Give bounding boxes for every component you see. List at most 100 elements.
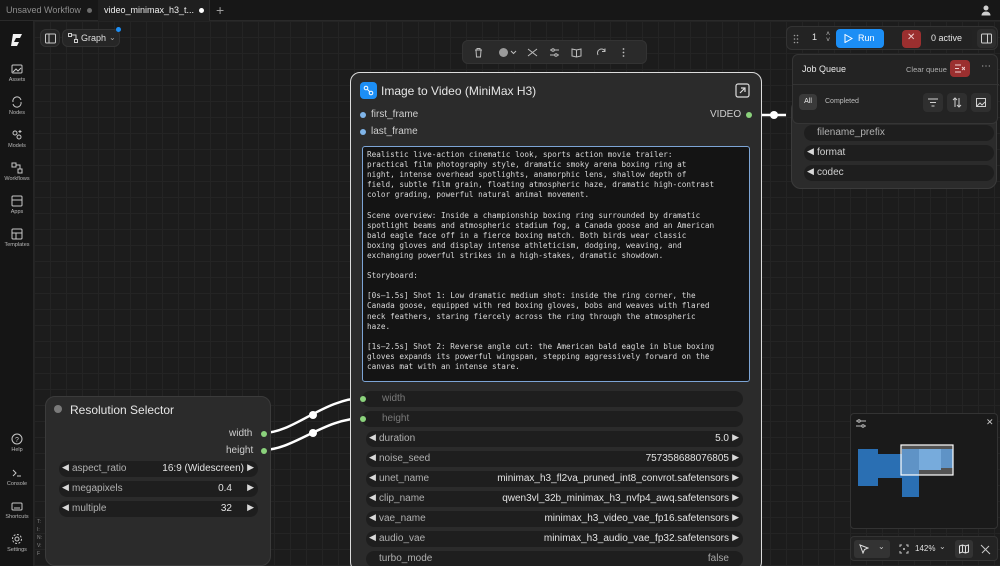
- select-mode-dropdown[interactable]: ⌄: [854, 540, 890, 558]
- fit-view-icon: [899, 544, 909, 554]
- input-slot-first-frame[interactable]: [360, 112, 366, 118]
- chevron-right-icon[interactable]: ▶: [732, 492, 739, 503]
- sidebar-item-label: Assets: [8, 77, 26, 83]
- output-slot-video[interactable]: [746, 112, 752, 118]
- chevron-right-icon[interactable]: ▶: [732, 432, 739, 443]
- keyboard-icon: [11, 502, 23, 511]
- sidebar-item-label: Models: [8, 143, 26, 149]
- sidebar-item-models[interactable]: Models: [0, 129, 34, 149]
- widget-label: unet_name: [379, 473, 430, 484]
- widget-aspect-ratio[interactable]: ◀ aspect_ratio 16:9 (Widescreen) ▶: [59, 461, 258, 477]
- debug-info: T: I: N: V: F: [37, 519, 42, 557]
- sidebar-item-help[interactable]: ? Help: [0, 433, 34, 453]
- input-slot-width[interactable]: [360, 396, 366, 402]
- widget-megapixels[interactable]: ◀ megapixels 0.4 ▶: [59, 481, 258, 497]
- widget-audio-vae[interactable]: ◀ audio_vae minimax_h3_audio_vae_fp32.safe…: [366, 531, 743, 547]
- input-slot-height[interactable]: [360, 416, 366, 422]
- chevron-right-icon[interactable]: ▶: [732, 532, 739, 543]
- tab-video-minimax[interactable]: video_minimax_h3_t...: [98, 0, 210, 21]
- sidebar-item-assets[interactable]: Assets: [0, 63, 34, 83]
- sidebar-item-label: Workflows: [4, 176, 30, 182]
- toggle-minimap-button[interactable]: [955, 540, 973, 558]
- chevron-left-icon[interactable]: ◀: [369, 492, 376, 503]
- output-slot-width[interactable]: [261, 431, 267, 437]
- video-nodes-icon: [363, 85, 374, 96]
- widget-label: aspect_ratio: [72, 463, 127, 474]
- apps-icon: [11, 195, 23, 207]
- chevron-right-icon[interactable]: ▶: [732, 512, 739, 523]
- hide-links-icon[interactable]: [980, 544, 991, 555]
- sidebar-item-label: Help: [11, 447, 23, 453]
- widget-vae-name[interactable]: ◀ vae_name minimax_h3_video_vae_fp16.safet…: [366, 511, 743, 527]
- sidebar-item-label: Nodes: [9, 110, 25, 116]
- linked-input-height: height: [360, 411, 743, 427]
- graph-canvas[interactable]: Graph ⌄ filename_prefix ◀ format ◀ codec 1…: [34, 21, 1000, 566]
- widget-value: 32: [220, 503, 232, 514]
- input-slot-last-frame[interactable]: [360, 129, 366, 135]
- close-icon[interactable]: ✕: [986, 417, 994, 428]
- sidebar-item-settings[interactable]: Settings: [0, 533, 34, 553]
- workflows-icon: [11, 162, 23, 174]
- widget-value: false: [707, 553, 729, 564]
- sidebar-item-nodes[interactable]: Nodes: [0, 96, 34, 116]
- new-tab-button[interactable]: +: [216, 2, 224, 18]
- image-to-video-node[interactable]: Image to Video (MiniMax H3) first_frame …: [350, 72, 762, 566]
- widget-label: turbo_mode: [379, 553, 433, 564]
- widget-label: width: [382, 393, 406, 404]
- chevron-left-icon[interactable]: ◀: [369, 472, 376, 483]
- chevron-right-icon[interactable]: ▶: [732, 472, 739, 483]
- resolution-selector-node[interactable]: Resolution Selector width height ◀ aspect…: [45, 396, 271, 566]
- expand-icon[interactable]: [735, 83, 750, 98]
- sidebar-item-label: Apps: [10, 209, 24, 215]
- zoom-controls[interactable]: 142% ⌄: [895, 540, 951, 558]
- sidebar-item-label: Templates: [4, 242, 30, 248]
- node-title: Resolution Selector: [70, 403, 175, 417]
- widget-label: vae_name: [379, 513, 426, 524]
- minimap-settings-icon[interactable]: [856, 419, 866, 428]
- collapse-dot[interactable]: [54, 405, 62, 413]
- chevron-left-icon[interactable]: ◀: [369, 512, 376, 523]
- output-slot-height[interactable]: [261, 448, 267, 454]
- widget-multiple[interactable]: ◀ multiple 32 ▶: [59, 501, 258, 517]
- unsaved-dot: [87, 8, 92, 13]
- chevron-right-icon[interactable]: ▶: [732, 452, 739, 463]
- widget-unet-name[interactable]: ◀ unet_name minimax_h3_fl2va_pruned_int8_c…: [366, 471, 743, 487]
- widget-clip-name[interactable]: ◀ clip_name qwen3vl_32b_minimax_h3_nvfp4_a…: [366, 491, 743, 507]
- minimap[interactable]: ✕: [850, 413, 998, 529]
- chevron-right-icon[interactable]: ▶: [247, 502, 254, 513]
- sidebar-item-shortcuts[interactable]: Shortcuts: [0, 500, 34, 520]
- svg-text:?: ?: [15, 437, 19, 444]
- chevron-left-icon[interactable]: ◀: [369, 432, 376, 443]
- models-icon: [12, 130, 22, 140]
- sidebar-item-templates[interactable]: Templates: [0, 228, 34, 248]
- map-icon: [959, 544, 969, 554]
- widget-duration[interactable]: ◀ duration 5.0 ▶: [366, 431, 743, 447]
- chevron-down-icon: ⌄: [939, 542, 946, 551]
- chevron-right-icon[interactable]: ▶: [247, 482, 254, 493]
- chevron-left-icon[interactable]: ◀: [62, 502, 69, 513]
- comfy-logo[interactable]: [8, 31, 26, 49]
- widget-value: 5.0: [715, 433, 729, 444]
- chevron-left-icon[interactable]: ◀: [369, 532, 376, 543]
- chevron-right-icon[interactable]: ▶: [247, 462, 254, 473]
- chevron-left-icon[interactable]: ◀: [62, 462, 69, 473]
- sidebar-item-label: Console: [6, 481, 28, 487]
- tab-label: Unsaved Workflow: [6, 5, 81, 15]
- sidebar-item-workflows[interactable]: Workflows: [0, 162, 34, 182]
- widget-label: clip_name: [379, 493, 425, 504]
- widget-noise-seed[interactable]: ◀ noise_seed 757358688076805 ▶: [366, 451, 743, 467]
- prompt-textarea[interactable]: Realistic live-action cinematic look, sp…: [362, 146, 750, 382]
- sidebar-item-console[interactable]: Console: [0, 467, 34, 487]
- widget-turbo-mode[interactable]: turbo_mode false: [366, 551, 743, 566]
- tab-bar: Unsaved Workflow video_minimax_h3_t... +: [0, 0, 1000, 21]
- widget-label: noise_seed: [379, 453, 431, 464]
- chevron-left-icon[interactable]: ◀: [62, 482, 69, 493]
- widget-value: 16:9 (Widescreen): [162, 463, 244, 474]
- user-icon[interactable]: [979, 3, 993, 17]
- nodes-icon: [12, 96, 22, 108]
- unsaved-dot: [199, 8, 204, 13]
- tab-unsaved-workflow[interactable]: Unsaved Workflow: [0, 0, 98, 21]
- image-icon: [11, 64, 23, 74]
- sidebar-item-apps[interactable]: Apps: [0, 195, 34, 215]
- chevron-left-icon[interactable]: ◀: [369, 452, 376, 463]
